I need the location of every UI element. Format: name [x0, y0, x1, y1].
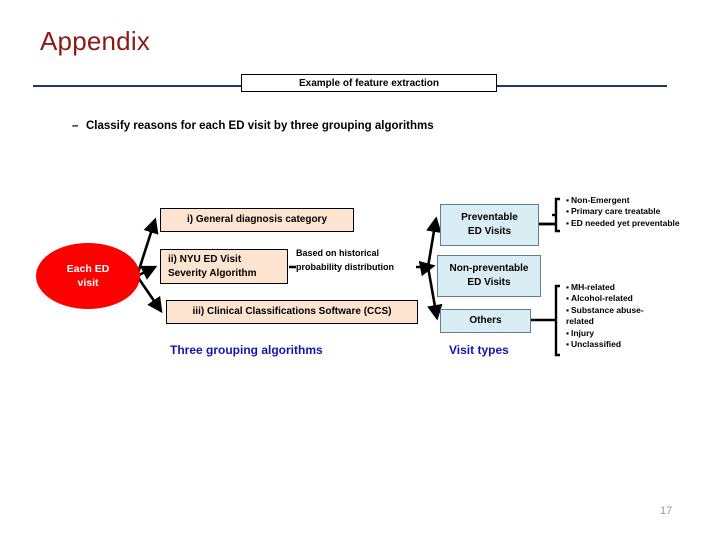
algorithm-box-nyu-severity: ii) NYU ED Visit Severity Algorithm [160, 249, 288, 284]
source-oval: Each ED visit [36, 243, 140, 309]
arrow-junction-to-visit-1 [426, 216, 442, 268]
detail-item: ▪ Alcohol-related [566, 293, 633, 304]
detail-item: ▪ Injury [566, 327, 595, 338]
detail-item: ▪ Substance abuse-related [566, 304, 644, 327]
detail-list-preventable: ▪ Non-Emergent ▪ Primary care treatable ▪ E… [566, 195, 714, 229]
arrow-oval-to-algo-1 [135, 217, 159, 277]
detail-list-others: ▪ MH-related ▪ Alcohol-related ▪ Substance … [566, 282, 658, 351]
visit-type-box-preventable: Preventable ED Visits [440, 204, 539, 246]
visit-type-box-non-preventable: Non-preventable ED Visits [437, 255, 541, 297]
detail-item: ▪ Unclassified [566, 339, 622, 350]
visit-others-label: Others [469, 315, 502, 326]
arrow-junction-to-visit-3 [426, 266, 443, 321]
arrow-junction-to-visit-2 [418, 260, 436, 277]
page-number: 17 [660, 505, 673, 517]
visit-preventable-line1: Preventable [461, 212, 518, 223]
detail-item: ▪ Primary care treatable [566, 206, 661, 217]
arrow-oval-to-algo-3 [135, 275, 163, 314]
bullet-line: – Classify reasons for each ED visit by t… [72, 120, 434, 132]
visit-non-preventable-line1: Non-preventable [449, 263, 529, 274]
algorithm-box-ccs: iii) Clinical Classifications Software (… [166, 300, 418, 324]
visit-preventable-line2: ED Visits [467, 226, 512, 237]
algorithm-box-nyu-line1: ii) NYU ED Visit [168, 254, 242, 265]
algorithm-box-general-diagnosis: i) General diagnosis category [160, 208, 354, 232]
algorithm-box-nyu-line2: Severity Algorithm [168, 267, 257, 279]
detail-item: ▪ Non-Emergent [566, 195, 630, 205]
caption-three-grouping-algorithms: Three grouping algorithms [170, 343, 323, 357]
source-label-line2: visit [77, 277, 99, 289]
detail-item: ▪ MH-related [566, 282, 615, 292]
page-title: Appendix [40, 26, 151, 56]
visit-type-box-others: Others [440, 309, 531, 333]
arrow-annotation: Based on historical probability distribu… [296, 247, 416, 275]
bullet-text: Classify reasons for each ED visit by th… [86, 120, 434, 132]
annotation-line1: Based on historical [296, 248, 380, 258]
header-banner: Example of feature extraction [241, 74, 497, 92]
detail-item: ▪ ED needed yet preventable [566, 217, 680, 228]
visit-non-preventable-line2: ED Visits [467, 277, 511, 288]
source-label-line1: Each ED [66, 262, 110, 275]
caption-visit-types: Visit types [449, 343, 509, 357]
annotation-line2: probability distribution [296, 261, 394, 272]
bullet-dash-icon: – [72, 120, 79, 132]
